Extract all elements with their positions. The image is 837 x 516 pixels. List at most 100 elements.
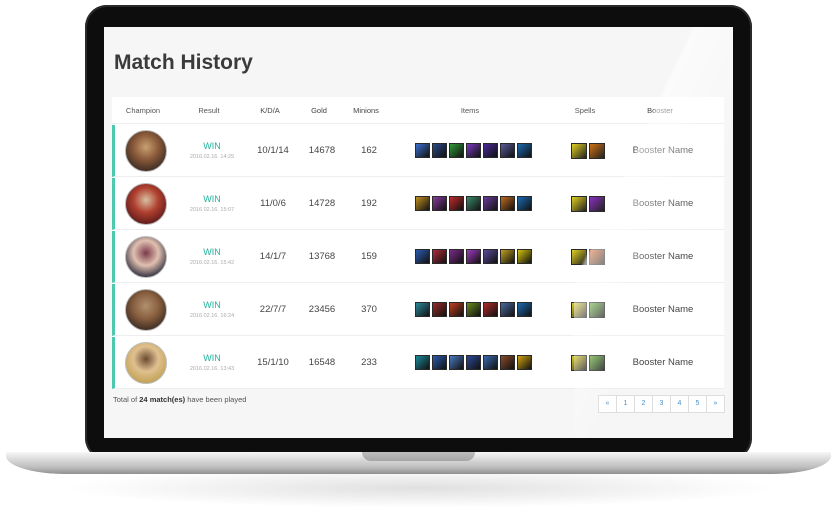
spells-cell — [553, 301, 623, 318]
item-icon — [482, 249, 498, 264]
footer-suffix: have been played — [185, 395, 247, 404]
gold-value: 14678 — [308, 145, 336, 156]
result-label: WIN — [203, 300, 221, 310]
item-icon — [499, 249, 515, 264]
table-row[interactable]: WIN 2016.02.16. 14:25 10/1/14 14678 162 … — [112, 125, 724, 177]
spells-cell — [553, 354, 623, 371]
item-icon — [414, 143, 430, 158]
match-count-text: Total of 24 match(es) have been played — [113, 395, 246, 404]
page-title: Match History — [114, 51, 253, 74]
table-row[interactable]: WIN 2016.02.16. 15:07 11/0/6 14728 192 B… — [112, 178, 724, 230]
champion-avatar — [125, 235, 167, 278]
item-icon — [448, 249, 464, 264]
item-icon — [431, 143, 447, 158]
item-icon — [414, 302, 430, 317]
pagination-page-2[interactable]: 2 — [634, 395, 653, 413]
champion-avatar — [125, 288, 167, 331]
minions-value: 162 — [361, 145, 377, 156]
spell-icon — [589, 195, 605, 212]
pagination-page-5[interactable]: 5 — [688, 395, 707, 413]
item-icon — [482, 143, 498, 158]
minions-value: 370 — [361, 304, 377, 315]
header-kda: K/D/A — [260, 105, 280, 115]
match-date: 2016.02.16. 15:07 — [189, 207, 235, 213]
item-icon — [448, 355, 464, 370]
pagination-page-4[interactable]: 4 — [670, 395, 689, 413]
spells-cell — [553, 142, 623, 159]
header-result: Result — [198, 105, 220, 115]
result-label: WIN — [203, 353, 221, 363]
item-icon — [448, 196, 464, 211]
booster-name: Booster Name — [632, 304, 694, 315]
booster-name: Booster Name — [632, 145, 694, 156]
item-icon — [499, 355, 515, 370]
result-label: WIN — [203, 141, 221, 151]
result-cell: WIN 2016.02.16. 14:25 — [177, 141, 247, 160]
header-spells: Spells — [574, 105, 596, 115]
minions-value: 233 — [361, 357, 377, 368]
items-cell — [393, 196, 553, 211]
match-date: 2016.02.16. 13:43 — [189, 366, 235, 372]
item-icon — [516, 355, 532, 370]
item-icon — [482, 196, 498, 211]
pagination-prev[interactable]: « — [598, 395, 617, 413]
spell-icon — [571, 301, 587, 318]
kda-value: 11/0/6 — [260, 198, 286, 209]
item-icon — [465, 355, 481, 370]
kda-value: 22/7/7 — [259, 304, 287, 315]
item-icon — [516, 302, 532, 317]
laptop-notch — [362, 452, 475, 461]
champion-avatar — [125, 341, 167, 384]
item-icon — [448, 302, 464, 317]
kda-value: 15/1/10 — [257, 357, 289, 368]
pagination: « 1 2 3 4 5 » — [598, 395, 725, 413]
match-date: 2016.02.16. 14:25 — [189, 154, 235, 160]
table-header: Champion Result K/D/A Gold Minions Items… — [112, 97, 724, 124]
items-cell — [393, 355, 553, 370]
item-icon — [482, 302, 498, 317]
items-cell — [393, 249, 553, 264]
footer-count: 24 match(es) — [139, 395, 186, 404]
item-icon — [414, 249, 430, 264]
item-icon — [448, 143, 464, 158]
item-icon — [465, 143, 481, 158]
gold-value: 13768 — [308, 251, 336, 262]
spell-icon — [571, 142, 587, 159]
item-icon — [431, 302, 447, 317]
gold-value: 23456 — [308, 304, 336, 315]
item-icon — [465, 249, 481, 264]
champion-cell — [115, 341, 177, 384]
kda-value: 10/1/14 — [257, 145, 289, 156]
header-booster: Booster — [647, 105, 673, 115]
table-row[interactable]: WIN 2016.02.16. 13:43 15/1/10 16548 233 … — [112, 337, 724, 389]
header-champion: Champion — [125, 105, 161, 115]
header-gold: Gold — [311, 105, 327, 115]
pagination-page-1[interactable]: 1 — [616, 395, 635, 413]
pagination-page-3[interactable]: 3 — [652, 395, 671, 413]
pagination-next[interactable]: » — [706, 395, 725, 413]
laptop-shadow — [60, 468, 780, 508]
item-icon — [431, 196, 447, 211]
result-cell: WIN 2016.02.16. 15:42 — [177, 247, 247, 266]
spell-icon — [589, 142, 605, 159]
spell-icon — [589, 301, 605, 318]
table-row[interactable]: WIN 2016.02.16. 16:24 22/7/7 23456 370 B… — [112, 284, 724, 336]
item-icon — [414, 355, 430, 370]
champion-cell — [115, 235, 177, 278]
minions-value: 159 — [361, 251, 377, 262]
booster-name: Booster Name — [632, 357, 694, 368]
champion-avatar — [125, 182, 167, 225]
table-row[interactable]: WIN 2016.02.16. 15:42 14/1/7 13768 159 B… — [112, 231, 724, 283]
champion-cell — [115, 129, 177, 172]
item-icon — [499, 302, 515, 317]
items-cell — [393, 143, 553, 158]
spell-icon — [589, 248, 605, 265]
items-cell — [393, 302, 553, 317]
spell-icon — [571, 195, 587, 212]
item-icon — [516, 143, 532, 158]
result-label: WIN — [203, 247, 221, 257]
champion-cell — [115, 288, 177, 331]
item-icon — [465, 302, 481, 317]
item-icon — [431, 249, 447, 264]
booster-name: Booster Name — [632, 198, 694, 209]
